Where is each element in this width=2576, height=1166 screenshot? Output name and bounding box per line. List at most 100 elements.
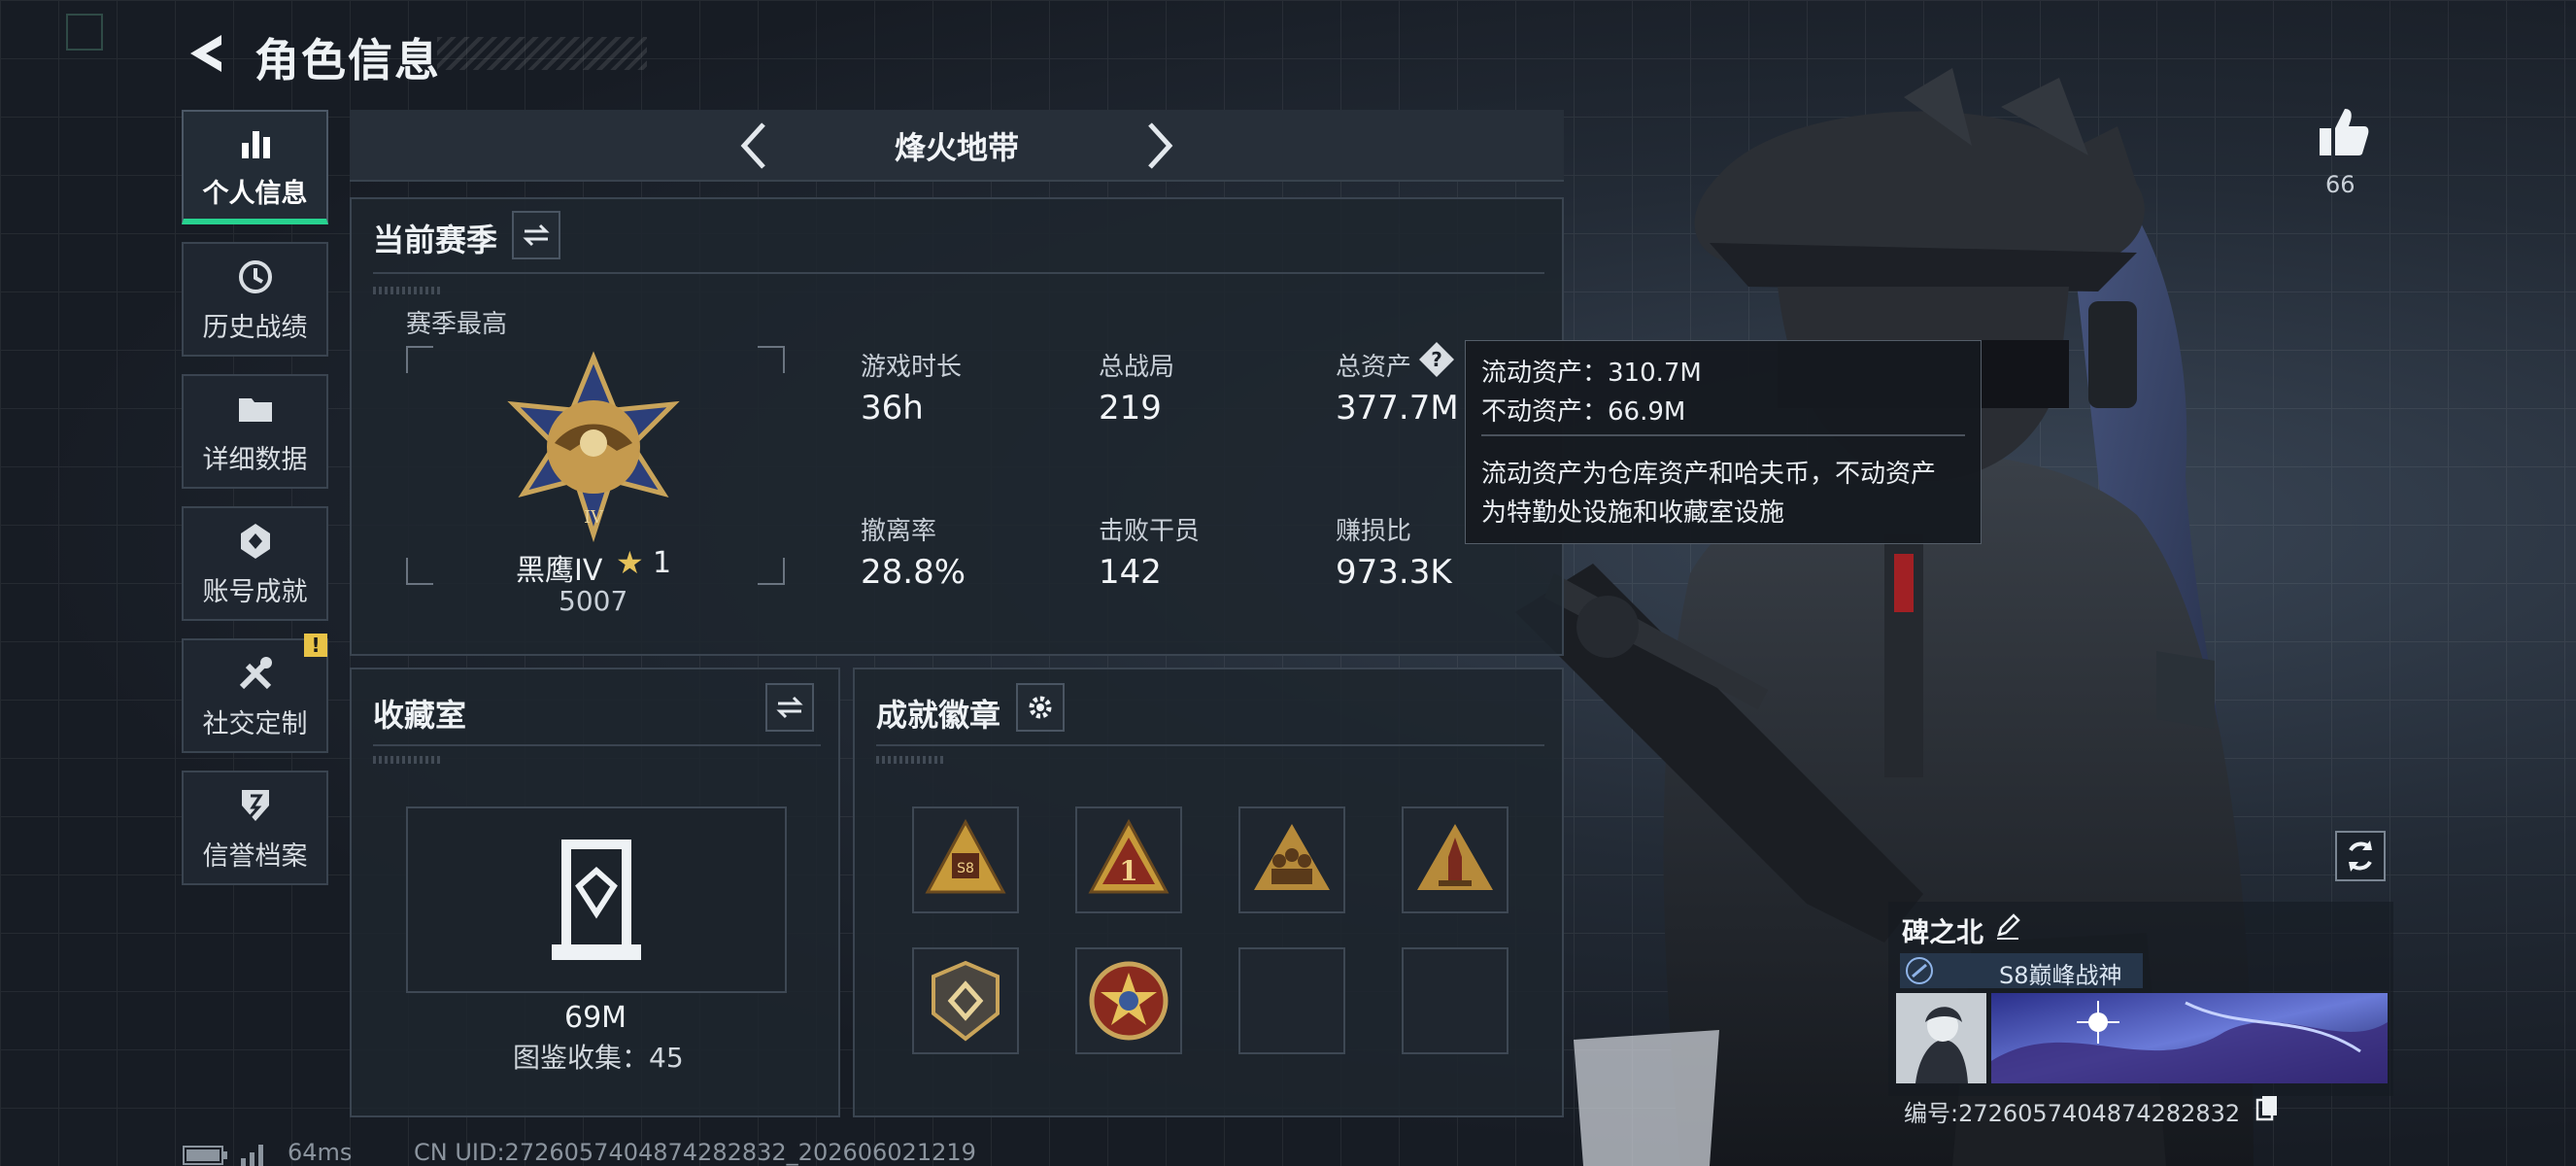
bracket-decoration bbox=[758, 346, 785, 373]
nav-label: 社交定制 bbox=[202, 708, 308, 739]
avatar[interactable] bbox=[1896, 993, 1986, 1083]
collection-value: 69M bbox=[564, 1001, 627, 1035]
bracket-decoration bbox=[406, 346, 433, 373]
s8-rank-badge-icon: S8 bbox=[925, 818, 1006, 894]
nav-item-personal-info[interactable]: 个人信息 bbox=[182, 110, 328, 224]
edit-pencil-icon[interactable] bbox=[1993, 911, 2022, 941]
mode-title: 烽火地带 bbox=[894, 129, 1019, 166]
nav-label: 账号成就 bbox=[202, 576, 308, 607]
rotate-view-button[interactable] bbox=[2335, 831, 2386, 881]
ping-value: 64ms bbox=[288, 1139, 353, 1166]
nav-label: 信誉档案 bbox=[202, 840, 308, 872]
rocket-badge-icon bbox=[1417, 824, 1493, 890]
asset-tooltip: 流动资产：310.7M 不动资产：66.9M 流动资产为仓库资产和哈夫币，不动资… bbox=[1465, 340, 1982, 544]
nav-label: 历史战绩 bbox=[202, 312, 308, 343]
alert-badge: ! bbox=[304, 634, 327, 657]
like-count: 66 bbox=[2325, 171, 2356, 198]
stat-value: 377.7M bbox=[1336, 389, 1459, 428]
nav-item-credit-record[interactable]: 信誉档案 bbox=[182, 771, 328, 885]
badge-settings-button[interactable] bbox=[1016, 683, 1065, 732]
nav-item-match-history[interactable]: 历史战绩 bbox=[182, 242, 328, 357]
tooltip-description-line1: 流动资产为仓库资产和哈夫币，不动资产 bbox=[1481, 460, 1937, 489]
stat-value: 28.8% bbox=[861, 553, 966, 592]
gear-icon bbox=[1029, 696, 1052, 719]
stat-label: 击败干员 bbox=[1099, 517, 1201, 546]
stat-value: 36h bbox=[861, 389, 924, 428]
svg-text:IV: IV bbox=[584, 507, 604, 528]
folder-icon bbox=[238, 397, 272, 422]
shield-emblem-badge-icon bbox=[932, 960, 1000, 1042]
squad-badge-icon bbox=[1254, 824, 1330, 890]
tooltip-description-line2: 为特勤处设施和收藏室设施 bbox=[1481, 498, 1785, 528]
star-emblem-badge-icon bbox=[1089, 961, 1169, 1041]
svg-text:1: 1 bbox=[1119, 855, 1137, 887]
badge-slot-squad[interactable] bbox=[1238, 806, 1345, 913]
copy-icon[interactable] bbox=[2255, 1094, 2279, 1121]
stat-label: 撤离率 bbox=[861, 517, 937, 546]
banner-artwork bbox=[1991, 993, 2388, 1083]
svg-text:S8: S8 bbox=[957, 861, 974, 876]
collection-panel-title: 收藏室 bbox=[373, 697, 467, 734]
divider bbox=[373, 272, 1544, 274]
decoration bbox=[373, 287, 441, 294]
nav-item-achievements[interactable]: 账号成就 bbox=[182, 506, 328, 621]
title-tag-text: S8巅峰战神 bbox=[1999, 962, 2122, 989]
badge-slot-s8-rank[interactable]: S8 bbox=[912, 806, 1019, 913]
thumbs-up-icon[interactable] bbox=[2316, 105, 2370, 159]
stat-label: 赚损比 bbox=[1336, 517, 1412, 546]
collection-room-preview[interactable] bbox=[406, 806, 787, 993]
stat-value: 973.3K bbox=[1336, 553, 1452, 592]
tools-icon bbox=[239, 656, 272, 689]
corner-frame-decoration bbox=[66, 14, 103, 51]
badges-panel-title: 成就徽章 bbox=[876, 697, 1001, 734]
prev-mode-chevron-icon[interactable] bbox=[732, 117, 779, 175]
stat-label: 游戏时长 bbox=[861, 353, 963, 382]
rank-score: 5007 bbox=[559, 585, 628, 617]
next-mode-chevron-icon[interactable] bbox=[1136, 117, 1183, 175]
divider bbox=[876, 744, 1544, 746]
back-arrow-icon[interactable] bbox=[183, 29, 231, 78]
help-question-icon[interactable]: ? bbox=[1417, 340, 1456, 379]
collection-switch-button[interactable] bbox=[765, 683, 814, 732]
badge-slot-star-emblem[interactable] bbox=[1075, 947, 1182, 1054]
badge-slot-rocket[interactable] bbox=[1402, 806, 1508, 913]
divider bbox=[373, 744, 821, 746]
rank-stars: 1 bbox=[653, 546, 672, 580]
player-id: 编号:2726057404874282832 bbox=[1904, 1100, 2241, 1127]
badge-slot-empty[interactable] bbox=[1238, 947, 1345, 1054]
badge-slot-empty[interactable] bbox=[1402, 947, 1508, 1054]
nav-item-detailed-data[interactable]: 详细数据 bbox=[182, 374, 328, 489]
decoration bbox=[876, 756, 944, 764]
display-case-icon bbox=[552, 840, 641, 960]
swap-arrows-icon bbox=[523, 223, 550, 247]
player-name: 碑之北 bbox=[1902, 916, 1984, 948]
refresh-icon bbox=[2349, 840, 2372, 872]
season-peak-label: 赛季最高 bbox=[406, 310, 508, 339]
star-icon: ★ bbox=[616, 544, 644, 581]
svg-text:?: ? bbox=[1431, 348, 1442, 371]
signal-icon bbox=[241, 1145, 263, 1166]
swap-arrows-icon bbox=[776, 696, 803, 719]
stat-value: 142 bbox=[1099, 553, 1162, 592]
title-emblem-icon bbox=[1906, 957, 1933, 984]
badge-slot-shield-emblem[interactable] bbox=[912, 947, 1019, 1054]
profile-banner[interactable] bbox=[1991, 993, 2388, 1083]
stat-label: 总战局 bbox=[1099, 353, 1175, 382]
tooltip-liquid-assets: 流动资产：310.7M bbox=[1481, 359, 1702, 388]
tooltip-fixed-assets: 不动资产：66.9M bbox=[1481, 397, 1686, 427]
bar-chart-icon bbox=[241, 130, 270, 158]
badge-slot-first-place[interactable]: 1 bbox=[1075, 806, 1182, 913]
season-switch-button[interactable] bbox=[512, 211, 560, 259]
nav-label: 个人信息 bbox=[202, 178, 308, 209]
rank-emblem-icon: IV bbox=[507, 351, 680, 543]
bracket-decoration bbox=[406, 558, 433, 585]
decoration bbox=[373, 756, 441, 764]
battery-icon bbox=[183, 1146, 227, 1165]
history-clock-icon bbox=[238, 259, 272, 293]
tooltip-divider bbox=[1481, 434, 1965, 436]
first-place-badge-icon: 1 bbox=[1088, 818, 1169, 894]
stat-label: 总资产 bbox=[1336, 353, 1412, 382]
avatar-portrait bbox=[1896, 993, 1986, 1083]
nav-label: 详细数据 bbox=[202, 444, 308, 475]
season-panel-title: 当前赛季 bbox=[373, 222, 498, 258]
